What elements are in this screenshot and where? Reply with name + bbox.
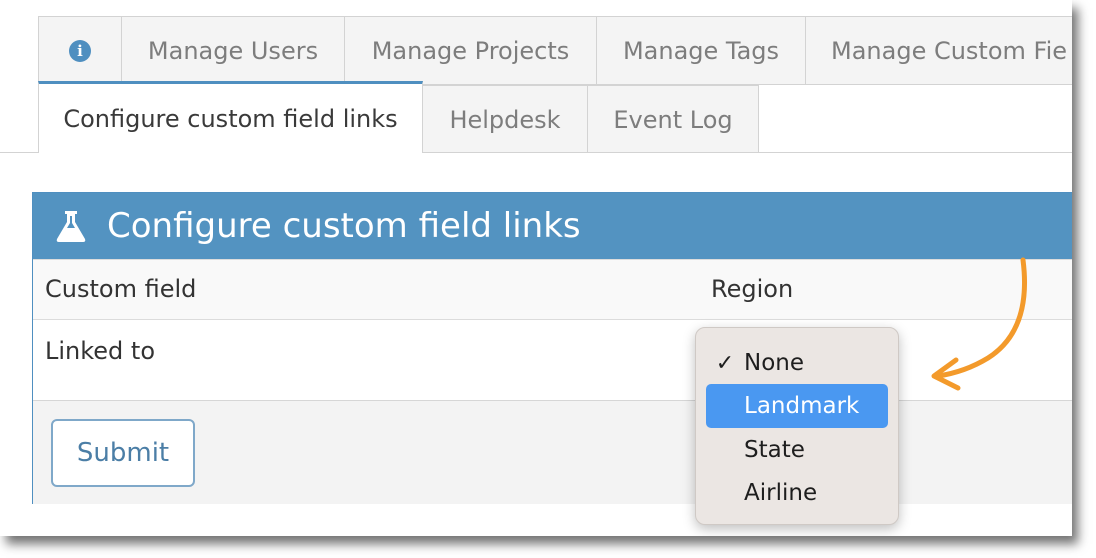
- option-landmark[interactable]: Landmark: [706, 384, 888, 428]
- panel-footer: Submit: [33, 400, 1072, 504]
- option-label: Airline: [744, 480, 818, 506]
- tab-label: Manage Projects: [371, 36, 570, 65]
- tab-configure-custom-field-links[interactable]: Configure custom field links: [38, 81, 423, 153]
- submit-button[interactable]: Submit: [51, 419, 195, 487]
- option-none[interactable]: ✓ None: [706, 341, 888, 385]
- config-panel: Configure custom field links Custom fiel…: [32, 192, 1072, 504]
- tab-label: Configure custom field links: [63, 104, 398, 133]
- tab-manage-projects[interactable]: Manage Projects: [344, 16, 597, 84]
- row-key: Custom field: [45, 275, 197, 303]
- option-label: State: [744, 437, 805, 463]
- panel-header: Configure custom field links: [33, 193, 1072, 259]
- row-value: Region: [711, 275, 794, 303]
- tab-label: Event Log: [613, 105, 733, 134]
- linked-to-dropdown-menu[interactable]: ✓ None Landmark State Airline: [695, 327, 899, 525]
- tab-info[interactable]: i: [38, 16, 122, 84]
- checkmark-icon: ✓: [715, 350, 735, 376]
- tab-manage-users[interactable]: Manage Users: [121, 16, 345, 84]
- option-label: Landmark: [744, 393, 860, 419]
- option-label: None: [744, 350, 805, 376]
- tab-label: Manage Tags: [622, 36, 780, 65]
- flask-icon: [56, 211, 86, 242]
- row-linked-to: Linked to: [33, 319, 1072, 400]
- option-airline[interactable]: Airline: [706, 471, 888, 515]
- tab-event-log[interactable]: Event Log: [587, 85, 759, 153]
- annotation-arrow-icon: [931, 257, 1028, 391]
- tab-label: Helpdesk: [449, 105, 561, 134]
- screenshot-frame: i Manage Users Manage Projects Manage Ta…: [0, 0, 1072, 536]
- tab-label: Manage Users: [147, 36, 319, 65]
- tab-label: Manage Custom Fie: [831, 36, 1068, 65]
- tab-manage-tags[interactable]: Manage Tags: [596, 16, 806, 84]
- active-tab-gap: [39, 150, 422, 154]
- row-custom-field: Custom field Region: [33, 259, 1072, 319]
- row-key: Linked to: [45, 337, 156, 365]
- panel-title: Configure custom field links: [107, 206, 581, 246]
- tab-manage-custom-fields[interactable]: Manage Custom Fie: [805, 16, 1072, 84]
- info-icon: i: [69, 39, 91, 62]
- option-state[interactable]: State: [706, 428, 888, 472]
- tab-helpdesk[interactable]: Helpdesk: [422, 85, 588, 153]
